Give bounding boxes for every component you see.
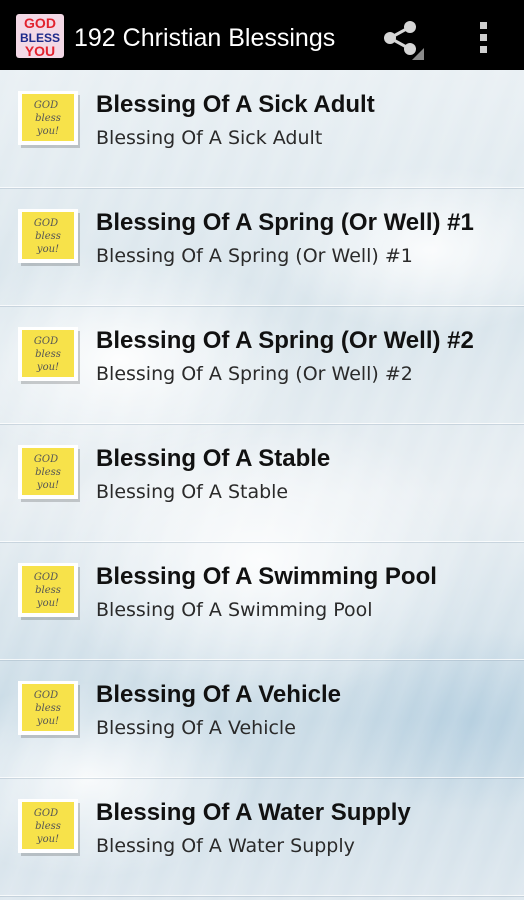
app-title: 192 Christian Blessings xyxy=(74,24,336,52)
list-item[interactable]: GOD bless you! Blessing Of A Spring (Or … xyxy=(0,188,524,306)
overflow-menu-icon[interactable] xyxy=(470,18,498,58)
item-title: Blessing Of A Sick Adult xyxy=(96,91,375,118)
item-subtitle: Blessing Of A Swimming Pool xyxy=(96,599,373,621)
sticky-note-icon: GOD bless you! xyxy=(18,91,80,148)
note-line-2: bless xyxy=(35,231,61,242)
note-line-2: bless xyxy=(35,349,61,360)
note-line-1: GOD xyxy=(34,100,58,111)
note-line-3: you! xyxy=(36,598,59,609)
note-line-3: you! xyxy=(36,244,59,255)
item-subtitle: Blessing Of A Water Supply xyxy=(96,835,355,857)
list-item[interactable]: GOD bless you! Blessing Of A Vehicle Ble… xyxy=(0,660,524,778)
sticky-note-icon: GOD bless you! xyxy=(18,209,80,266)
note-line-2: bless xyxy=(35,585,61,596)
item-subtitle: Blessing Of A Spring (Or Well) #1 xyxy=(96,245,413,267)
list-item[interactable]: GOD bless you! Blessing Of A Water Suppl… xyxy=(0,778,524,896)
list-item[interactable]: GOD bless you! Blessing Of A Spring (Or … xyxy=(0,306,524,424)
sticky-note-icon: GOD bless you! xyxy=(18,327,80,384)
item-subtitle: Blessing Of A Spring (Or Well) #2 xyxy=(96,363,413,385)
list-item[interactable]: GOD bless you! Blessing Of A Swimming Po… xyxy=(0,542,524,660)
blessings-list: GOD bless you! Blessing Of A Sick Adult … xyxy=(0,70,524,896)
item-subtitle: Blessing Of A Stable xyxy=(96,481,289,503)
list-item[interactable]: GOD bless you! Blessing Of A Stable Bles… xyxy=(0,424,524,542)
action-bar: GOD BLESS YOU 192 Christian Blessings xyxy=(0,0,524,70)
note-line-3: you! xyxy=(36,834,59,845)
note-line-1: GOD xyxy=(34,572,58,583)
note-line-1: GOD xyxy=(34,690,58,701)
note-line-2: bless xyxy=(35,821,61,832)
item-title: Blessing Of A Spring (Or Well) #2 xyxy=(96,327,474,354)
note-line-1: GOD xyxy=(34,336,58,347)
item-subtitle: Blessing Of A Sick Adult xyxy=(96,127,323,149)
note-line-2: bless xyxy=(35,703,61,714)
share-icon[interactable] xyxy=(382,18,426,62)
note-line-1: GOD xyxy=(34,218,58,229)
sticky-note-icon: GOD bless you! xyxy=(18,799,80,856)
sticky-note-icon: GOD bless you! xyxy=(18,563,80,620)
item-title: Blessing Of A Spring (Or Well) #1 xyxy=(96,209,474,236)
list-item[interactable]: GOD bless you! Blessing Of A Sick Adult … xyxy=(0,70,524,188)
logo-line-3: YOU xyxy=(25,43,55,58)
item-subtitle: Blessing Of A Vehicle xyxy=(96,717,296,739)
item-title: Blessing Of A Stable xyxy=(96,445,331,472)
note-line-1: GOD xyxy=(34,454,58,465)
note-line-3: you! xyxy=(36,480,59,491)
note-line-2: bless xyxy=(35,113,61,124)
item-title: Blessing Of A Water Supply xyxy=(96,799,411,826)
item-title: Blessing Of A Vehicle xyxy=(96,681,341,708)
app-logo-icon[interactable]: GOD BLESS YOU xyxy=(16,14,64,58)
logo-line-1: GOD xyxy=(24,15,56,31)
note-line-3: you! xyxy=(36,716,59,727)
item-title: Blessing Of A Swimming Pool xyxy=(96,563,437,590)
note-line-3: you! xyxy=(36,362,59,373)
sticky-note-icon: GOD bless you! xyxy=(18,681,80,738)
sticky-note-icon: GOD bless you! xyxy=(18,445,80,502)
note-line-2: bless xyxy=(35,467,61,478)
note-line-1: GOD xyxy=(34,808,58,819)
note-line-3: you! xyxy=(36,126,59,137)
